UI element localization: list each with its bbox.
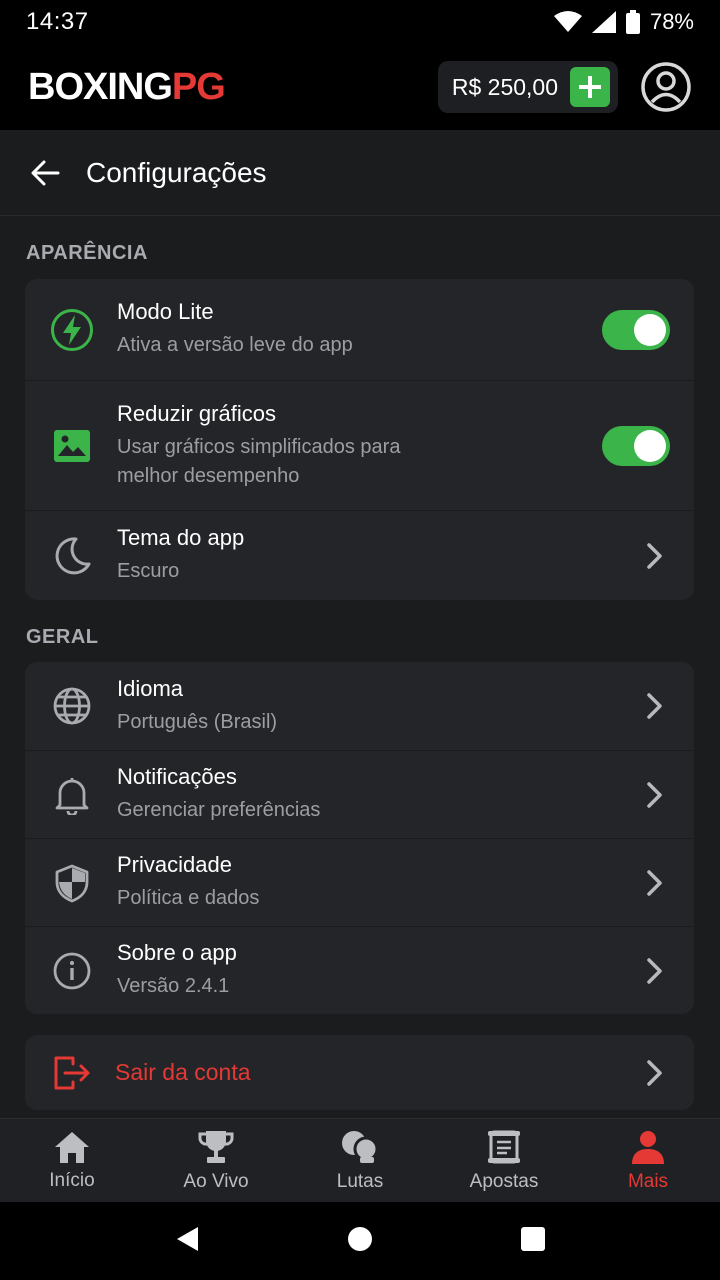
lite-mode-toggle[interactable] (602, 309, 670, 350)
system-nav-bar (0, 1202, 720, 1280)
logout-card: Sair da conta (25, 1035, 694, 1110)
setting-title: Idioma (117, 675, 184, 701)
shield-icon (49, 860, 95, 906)
wifi-icon (553, 11, 582, 32)
gloves-icon (342, 1130, 379, 1163)
setting-subtitle: Usar gráficos simplificados para melhor … (117, 435, 401, 487)
status-indicators: 78% (553, 9, 694, 35)
chevron-right-icon (640, 541, 670, 571)
info-icon (49, 948, 95, 994)
logo-text-accent: PG (171, 65, 226, 108)
reduce-graphics-toggle[interactable] (602, 425, 670, 466)
nav-label: Mais (627, 1170, 669, 1192)
nav-label: Ao Vivo (183, 1170, 249, 1192)
setting-row-about[interactable]: Sobre o app Versão 2.4.1 (25, 926, 694, 1014)
title-bar: Configurações (0, 130, 720, 216)
moon-icon (49, 533, 95, 579)
logout-label: Sair da conta (115, 1059, 251, 1085)
ticket-icon (488, 1130, 520, 1163)
status-time: 14:37 (26, 8, 89, 35)
page-title: Configurações (86, 156, 267, 188)
system-back-button[interactable] (174, 1225, 200, 1258)
home-icon (55, 1131, 89, 1163)
nav-label: Início (49, 1169, 95, 1191)
trophy-icon (198, 1130, 234, 1163)
signal-icon (591, 11, 616, 33)
setting-row-app-theme[interactable]: Tema do app Escuro (25, 510, 694, 600)
setting-title: Notificações (117, 764, 237, 789)
plus-icon (579, 76, 601, 98)
appearance-card: Modo Lite Ativa a versão leve do app Red… (25, 279, 694, 600)
bell-icon (49, 772, 95, 818)
chevron-right-icon (640, 1058, 670, 1088)
setting-subtitle: Escuro (117, 560, 180, 582)
setting-row-reduce-graphics[interactable]: Reduzir gráficos Usar gráficos simplific… (25, 380, 694, 510)
chevron-right-icon (640, 780, 670, 810)
profile-avatar-button[interactable] (640, 61, 692, 113)
setting-row-privacy[interactable]: Privacidade Política e dados (25, 838, 694, 926)
image-icon (49, 423, 95, 469)
status-bar: 14:37 78% (0, 0, 720, 44)
setting-subtitle: Gerenciar preferências (117, 799, 321, 821)
setting-row-notifications[interactable]: Notificações Gerenciar preferências (25, 750, 694, 838)
setting-subtitle: Português (Brasil) (117, 710, 278, 733)
logo-text-main: BOXING (28, 65, 173, 108)
nav-label: Lutas (336, 1170, 384, 1192)
chevron-right-icon (640, 956, 670, 986)
nav-label: Apostas (469, 1170, 539, 1192)
setting-subtitle: Ativa a versão leve do app (117, 334, 353, 356)
logout-button[interactable]: Sair da conta (25, 1035, 694, 1110)
section-label-general: GERAL (26, 626, 99, 648)
chevron-right-icon (640, 691, 670, 721)
system-recents-button[interactable] (520, 1226, 546, 1257)
nav-item-home[interactable]: Início (0, 1119, 144, 1202)
add-funds-button[interactable] (570, 67, 610, 107)
system-home-button[interactable] (347, 1226, 373, 1257)
globe-icon (49, 683, 95, 729)
setting-title: Sobre o app (117, 940, 237, 965)
setting-title: Reduzir gráficos (117, 400, 276, 426)
triangle-back-icon (176, 1226, 198, 1251)
nav-item-bets[interactable]: Apostas (432, 1119, 576, 1202)
setting-row-lite-mode[interactable]: Modo Lite Ativa a versão leve do app (25, 279, 694, 380)
battery-level: 78% (649, 9, 694, 34)
setting-subtitle: Versão 2.4.1 (117, 975, 230, 997)
nav-item-live[interactable]: Ao Vivo (144, 1119, 288, 1202)
lightning-icon (49, 307, 95, 353)
balance-amount: R$ 250,00 (451, 73, 558, 100)
circle-home-icon (347, 1226, 372, 1251)
user-circle-icon (641, 62, 691, 112)
logout-icon (49, 1050, 95, 1096)
logo[interactable]: BOXINGPG (28, 65, 226, 109)
setting-title: Privacidade (117, 852, 232, 877)
back-button[interactable] (26, 154, 64, 192)
square-recents-icon (521, 1226, 546, 1251)
setting-title: Modo Lite (117, 299, 214, 324)
bottom-nav: Início Ao Vivo Lutas Apostas Mais (0, 1118, 720, 1202)
chevron-right-icon (640, 868, 670, 898)
setting-row-language[interactable]: Idioma Português (Brasil) (25, 662, 694, 750)
section-label-appearance: APARÊNCIA (26, 242, 148, 264)
balance-box[interactable]: R$ 250,00 (437, 61, 618, 113)
setting-title: Tema do app (117, 525, 245, 550)
nav-item-more[interactable]: Mais (576, 1119, 720, 1202)
arrow-left-icon (31, 160, 60, 185)
app-header: BOXINGPG R$ 250,00 (0, 44, 720, 130)
setting-subtitle: Política e dados (117, 887, 260, 909)
battery-icon (625, 10, 640, 34)
person-icon (632, 1130, 664, 1164)
nav-item-fights[interactable]: Lutas (288, 1119, 432, 1202)
general-card: Idioma Português (Brasil) Notificações G… (25, 662, 694, 1014)
